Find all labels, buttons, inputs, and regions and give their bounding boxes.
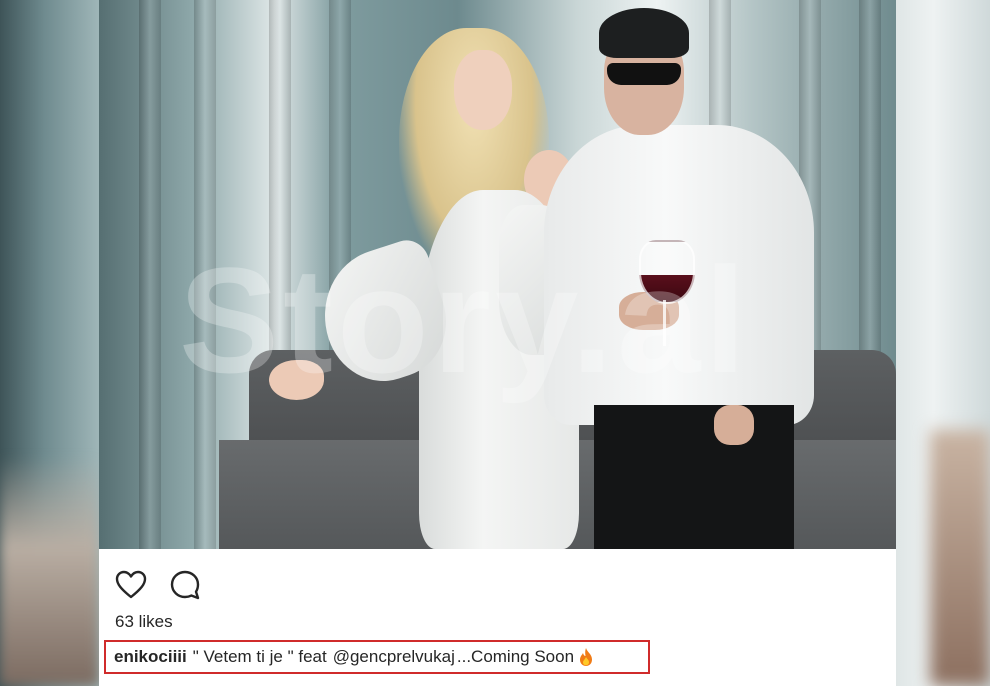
caption-tail: ...Coming Soon [456, 647, 575, 666]
fire-icon [578, 647, 594, 667]
post-footer: 63 likes enikociiii " Vetem ti je " feat… [99, 549, 896, 686]
sunglasses [607, 63, 681, 85]
caption-username[interactable]: enikociiii [114, 647, 187, 667]
blurred-background-right [896, 0, 990, 686]
watermark: Story.al [179, 236, 751, 404]
caption: enikociiii " Vetem ti je " feat @gencpre… [104, 640, 650, 674]
blurred-background-left [0, 0, 99, 686]
likes-count[interactable]: 63 likes [115, 612, 173, 632]
comment-icon[interactable] [169, 569, 201, 601]
post-photo: Story.al [99, 0, 896, 549]
caption-mention[interactable]: @gencprelvukaj [333, 647, 455, 667]
caption-text: " Vetem ti je " feat [192, 647, 327, 666]
action-bar [115, 569, 201, 601]
heart-icon[interactable] [115, 569, 147, 601]
